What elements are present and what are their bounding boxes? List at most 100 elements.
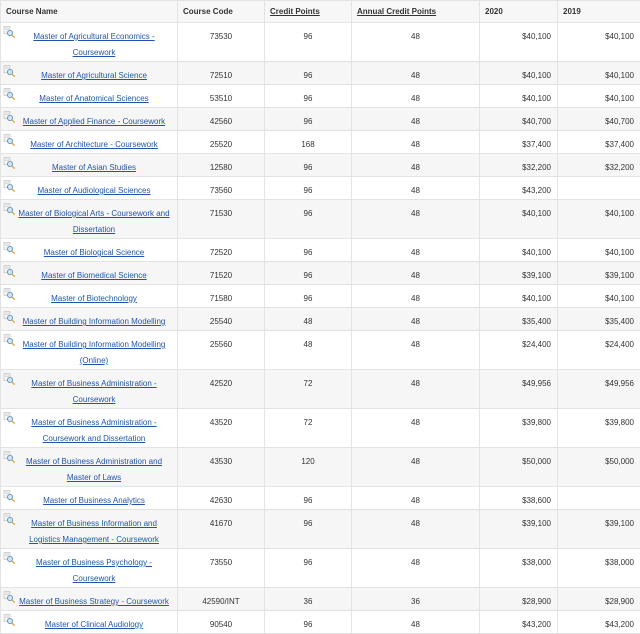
magnifier-info-icon[interactable] [3, 203, 15, 215]
course-link[interactable]: Master of Business Administration and Ma… [26, 457, 162, 482]
magnifier-info-icon[interactable] [3, 180, 15, 192]
table-row: Master of Asian Studies 12580 96 48 $32,… [1, 154, 640, 177]
annual-credit-points-cell: 48 [352, 239, 480, 262]
course-name-cell: Master of Business Administration - Cour… [1, 370, 178, 409]
credit-points-cell: 96 [265, 200, 352, 239]
magnifier-info-icon[interactable] [3, 265, 15, 277]
credit-points-cell: 96 [265, 62, 352, 85]
course-code-cell: 12580 [178, 154, 265, 177]
column-header-course-name[interactable]: Course Name [1, 1, 178, 23]
fee-2020-cell: $40,100 [480, 85, 558, 108]
magnifier-info-icon[interactable] [3, 451, 15, 463]
course-code-cell: 71530 [178, 200, 265, 239]
magnifier-info-icon[interactable] [3, 242, 15, 254]
fee-2020-cell: $40,100 [480, 200, 558, 239]
magnifier-info-icon[interactable] [3, 65, 15, 77]
credit-points-cell: 96 [265, 549, 352, 588]
course-code-cell: 42630 [178, 487, 265, 510]
credit-points-cell: 96 [265, 85, 352, 108]
annual-credit-points-cell: 36 [352, 588, 480, 611]
table-row: Master of Business Administration - Cour… [1, 370, 640, 409]
course-link[interactable]: Master of Clinical Audiology [45, 620, 143, 629]
annual-credit-points-cell: 48 [352, 154, 480, 177]
credit-points-cell: 96 [265, 154, 352, 177]
credit-points-cell: 96 [265, 23, 352, 62]
fee-2019-cell: $39,800 [558, 409, 640, 448]
course-link[interactable]: Master of Agricultural Science [41, 71, 147, 80]
magnifier-info-icon[interactable] [3, 373, 15, 385]
course-link[interactable]: Master of Business Psychology - Coursewo… [36, 558, 152, 583]
magnifier-info-icon[interactable] [3, 157, 15, 169]
magnifier-info-icon[interactable] [3, 614, 15, 626]
magnifier-info-icon[interactable] [3, 111, 15, 123]
course-link[interactable]: Master of Building Information Modelling… [23, 340, 166, 365]
course-link[interactable]: Master of Business Analytics [43, 496, 145, 505]
table-row: Master of Business Strategy - Coursework… [1, 588, 640, 611]
credit-points-cell: 48 [265, 331, 352, 370]
column-header-credit-points[interactable]: Credit Points [265, 1, 352, 23]
course-link[interactable]: Master of Asian Studies [52, 163, 136, 172]
fee-2020-cell: $39,800 [480, 409, 558, 448]
credit-points-cell: 96 [265, 487, 352, 510]
column-header-course-code[interactable]: Course Code [178, 1, 265, 23]
course-code-cell: 43530 [178, 448, 265, 487]
course-link[interactable]: Master of Biological Arts - Coursework a… [18, 209, 169, 234]
annual-credit-points-cell: 48 [352, 177, 480, 200]
course-link[interactable]: Master of Biological Science [44, 248, 145, 257]
fee-2019-cell: $43,200 [558, 611, 640, 634]
course-name-cell: Master of Business Administration and Ma… [1, 448, 178, 487]
column-header-2020[interactable]: 2020 [480, 1, 558, 23]
course-name-cell: Master of Clinical Audiology [1, 611, 178, 634]
fee-2019-cell: $40,100 [558, 200, 640, 239]
annual-credit-points-cell: 48 [352, 611, 480, 634]
magnifier-info-icon[interactable] [3, 591, 15, 603]
course-link[interactable]: Master of Biotechnology [51, 294, 137, 303]
course-link[interactable]: Master of Audiological Sciences [38, 186, 151, 195]
course-name-cell: Master of Business Strategy - Coursework [1, 588, 178, 611]
course-link[interactable]: Master of Anatomical Sciences [39, 94, 148, 103]
column-header-2019[interactable]: 2019 [558, 1, 640, 23]
course-link[interactable]: Master of Biomedical Science [41, 271, 146, 280]
fee-2019-cell: $40,700 [558, 108, 640, 131]
fee-2020-cell: $40,100 [480, 239, 558, 262]
magnifier-info-icon[interactable] [3, 88, 15, 100]
course-code-cell: 43520 [178, 409, 265, 448]
course-link[interactable]: Master of Building Information Modelling [23, 317, 166, 326]
magnifier-info-icon[interactable] [3, 26, 15, 38]
fee-2020-cell: $43,200 [480, 611, 558, 634]
course-link[interactable]: Master of Business Information and Logis… [29, 519, 159, 544]
fee-2019-cell: $24,400 [558, 331, 640, 370]
fee-2020-cell: $32,200 [480, 154, 558, 177]
annual-credit-points-cell: 48 [352, 200, 480, 239]
table-row: Master of Agricultural Science 72510 96 … [1, 62, 640, 85]
course-link[interactable]: Master of Business Strategy - Coursework [19, 597, 169, 606]
fee-2020-cell: $24,400 [480, 331, 558, 370]
fee-2020-cell: $40,100 [480, 62, 558, 85]
course-code-cell: 42590/INT [178, 588, 265, 611]
table-row: Master of Biological Science 72520 96 48… [1, 239, 640, 262]
fee-2020-cell: $50,000 [480, 448, 558, 487]
course-name-cell: Master of Biological Science [1, 239, 178, 262]
fee-2019-cell: $37,400 [558, 131, 640, 154]
course-link[interactable]: Master of Agricultural Economics - Cours… [33, 32, 154, 57]
magnifier-info-icon[interactable] [3, 490, 15, 502]
course-link[interactable]: Master of Applied Finance - Coursework [23, 117, 165, 126]
course-code-cell: 72510 [178, 62, 265, 85]
course-link[interactable]: Master of Architecture - Coursework [30, 140, 158, 149]
magnifier-info-icon[interactable] [3, 311, 15, 323]
magnifier-info-icon[interactable] [3, 134, 15, 146]
magnifier-info-icon[interactable] [3, 288, 15, 300]
table-row: Master of Audiological Sciences 73560 96… [1, 177, 640, 200]
table-row: Master of Architecture - Coursework 2552… [1, 131, 640, 154]
course-link[interactable]: Master of Business Administration - Cour… [31, 418, 156, 443]
magnifier-info-icon[interactable] [3, 552, 15, 564]
column-header-annual-credit-points[interactable]: Annual Credit Points [352, 1, 480, 23]
table-row: Master of Biotechnology 71580 96 48 $40,… [1, 285, 640, 308]
fee-2019-cell: $40,100 [558, 239, 640, 262]
fee-2020-cell: $39,100 [480, 262, 558, 285]
magnifier-info-icon[interactable] [3, 334, 15, 346]
magnifier-info-icon[interactable] [3, 513, 15, 525]
course-link[interactable]: Master of Business Administration - Cour… [31, 379, 156, 404]
annual-credit-points-cell: 48 [352, 370, 480, 409]
magnifier-info-icon[interactable] [3, 412, 15, 424]
